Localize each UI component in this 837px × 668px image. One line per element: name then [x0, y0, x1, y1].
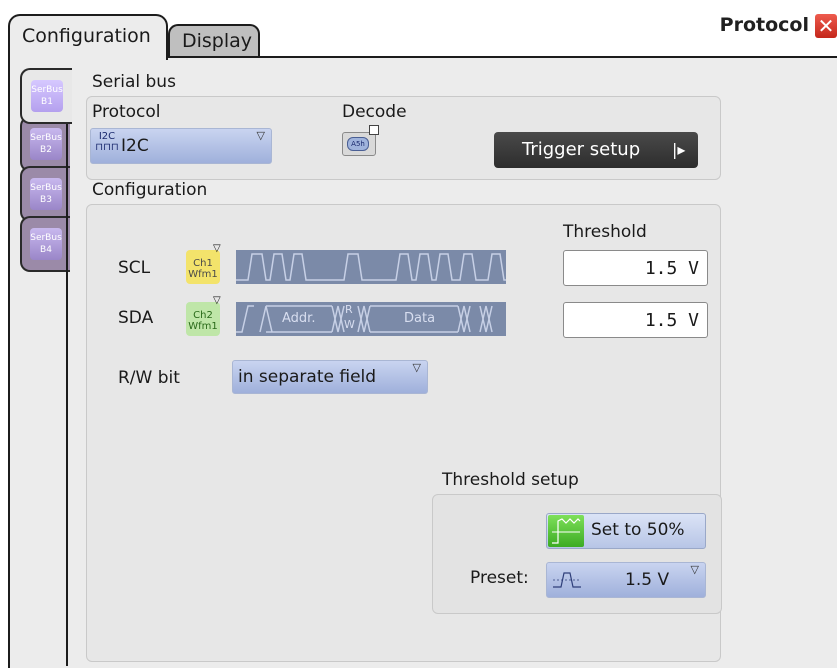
scl-wave-graphic — [236, 253, 506, 281]
sda-wave-graphic — [236, 305, 493, 333]
bus-tab-b4[interactable]: SerBus B4 — [20, 216, 70, 272]
scl-source-arrow-icon: ▽ — [213, 243, 221, 254]
bus-b4-icon: SerBus B4 — [30, 228, 62, 260]
chevron-down-icon: ▽ — [256, 129, 265, 142]
rw-bit-dropdown[interactable]: in separate field ▽ — [232, 360, 428, 394]
bus-b3-label: SerBus B3 — [30, 183, 62, 205]
preset-dropdown[interactable]: 1.5 V ▽ — [546, 562, 706, 598]
bus-tab-b2[interactable]: SerBus B2 — [20, 116, 70, 172]
trigger-setup-button[interactable]: Trigger setup |▸ — [494, 132, 698, 168]
set-50-wave-graphic — [552, 518, 581, 544]
preset-wave-graphic — [553, 572, 581, 588]
arrow-right-icon: |▸ — [672, 140, 686, 159]
scl-label: SCL — [118, 258, 151, 278]
sda-waveform: Addr. R W Data — [236, 302, 506, 336]
trigger-setup-label: Trigger setup — [522, 139, 641, 160]
threshold-header: Threshold — [563, 222, 647, 242]
bus-b2-label: SerBus B2 — [30, 133, 62, 155]
tab-display-label: Display — [182, 30, 253, 52]
sda-label: SDA — [118, 308, 154, 328]
close-icon[interactable]: ✕ — [815, 14, 837, 38]
i2c-icon-text: I2C — [98, 131, 116, 142]
bus-b2-icon: SerBus B2 — [30, 128, 62, 160]
i2c-icon: I2C ⊓⊓⊓ — [95, 131, 119, 153]
chevron-down-icon: ▽ — [690, 563, 699, 576]
bus-b1-icon: SerBus B1 — [31, 80, 63, 112]
preset-value: 1.5 V — [625, 570, 670, 590]
threshold-setup-title: Threshold setup — [442, 470, 579, 490]
decode-icon-text: A5h — [351, 140, 365, 148]
sda-source-icon[interactable]: Ch2 Wfm1 — [186, 302, 220, 336]
panel-divider — [66, 108, 68, 666]
sda-rw-r-label: R — [345, 303, 353, 316]
preset-label: Preset: — [470, 568, 529, 588]
rw-bit-value: in separate field — [238, 367, 377, 387]
decode-icon: A5h — [347, 137, 369, 151]
tab-configuration-label: Configuration — [22, 25, 151, 47]
checkbox-icon — [369, 125, 379, 135]
sda-rw-w-label: W — [344, 318, 355, 331]
rw-bit-label: R/W bit — [118, 368, 180, 388]
sda-addr-label: Addr. — [282, 311, 316, 326]
tab-display[interactable]: Display — [168, 24, 260, 58]
chevron-down-icon: ▽ — [412, 361, 421, 374]
sda-data-label: Data — [404, 311, 436, 326]
sda-source-text: Ch2 Wfm1 — [188, 310, 218, 332]
bus-b3-icon: SerBus B3 — [30, 178, 62, 210]
set-to-50-button[interactable]: Set to 50% — [546, 513, 706, 549]
set-to-50-label: Set to 50% — [591, 520, 685, 540]
scl-source-icon[interactable]: Ch1 Wfm1 — [186, 250, 220, 284]
preset-wave-icon — [553, 569, 581, 596]
scl-source-text: Ch1 Wfm1 — [188, 258, 218, 280]
serial-bus-title: Serial bus — [92, 72, 176, 92]
bus-tab-b3[interactable]: SerBus B3 — [20, 166, 70, 222]
protocol-label: Protocol — [92, 102, 161, 122]
sda-threshold-input[interactable]: 1.5 V — [563, 302, 708, 338]
decode-toggle[interactable]: A5h — [342, 125, 379, 156]
set-50-icon — [548, 515, 584, 547]
bus-tab-b1[interactable]: SerBus B1 — [20, 68, 72, 124]
sda-source-arrow-icon: ▽ — [213, 295, 221, 306]
configuration-title: Configuration — [92, 180, 208, 200]
bus-b1-label: SerBus B1 — [31, 85, 63, 107]
tab-configuration[interactable]: Configuration — [8, 14, 168, 60]
protocol-value: I2C — [121, 136, 149, 156]
decode-label: Decode — [342, 102, 407, 122]
bus-b4-label: SerBus B4 — [30, 233, 62, 255]
protocol-dropdown[interactable]: I2C ⊓⊓⊓ I2C ▽ — [90, 128, 272, 164]
scl-waveform — [236, 250, 506, 284]
scl-threshold-input[interactable]: 1.5 V — [563, 250, 708, 286]
window-title: Protocol — [719, 14, 809, 36]
